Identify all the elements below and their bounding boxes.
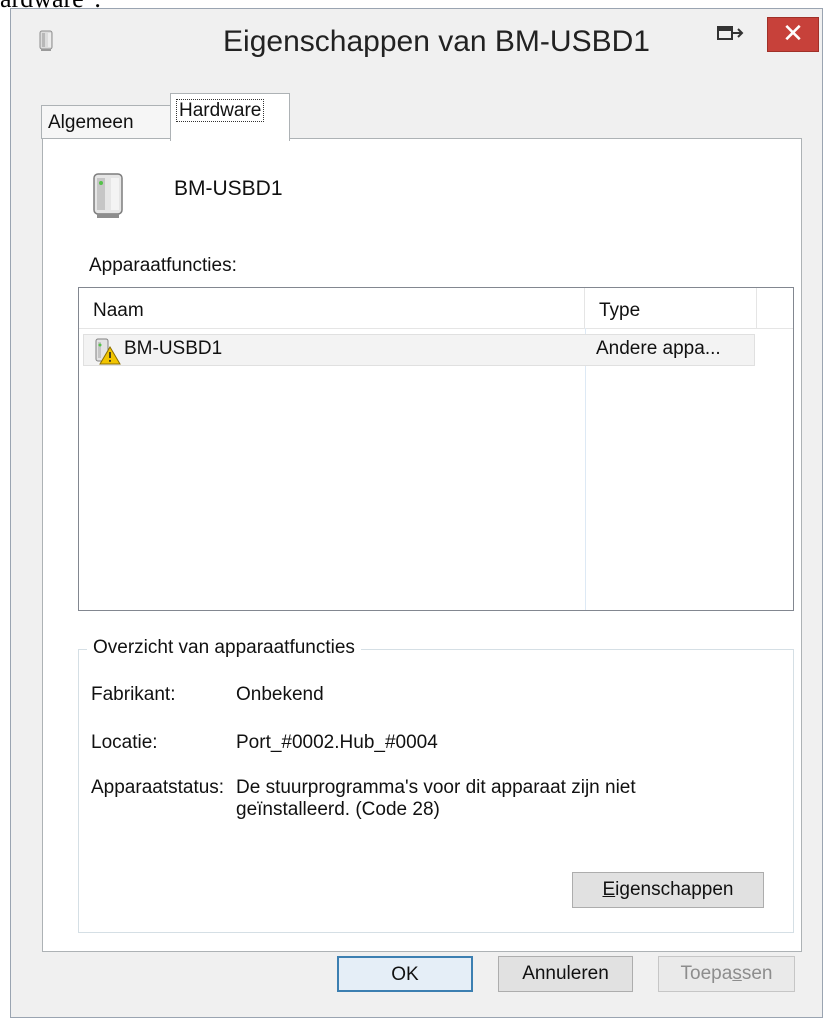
location-label: Locatie: — [91, 732, 158, 753]
row-name: BM-USBD1 — [124, 338, 223, 359]
hardware-panel: BM-USBD1 Apparaatfuncties: Naam Type BM-… — [42, 138, 802, 952]
properties-dialog: Eigenschappen van BM-USBD1 ✕ Algemeen Ha… — [10, 8, 823, 1018]
accelerator-key: E — [602, 879, 616, 900]
manufacturer-value: Onbekend — [236, 684, 324, 705]
summary-legend: Overzicht van apparaatfuncties — [87, 637, 361, 659]
column-header-filler — [757, 288, 793, 328]
tab-hardware[interactable]: Hardware — [170, 93, 290, 141]
row-type: Andere appa... — [596, 338, 721, 359]
title-bar: Eigenschappen van BM-USBD1 ✕ — [11, 9, 822, 77]
accelerator-key: s — [732, 963, 742, 984]
cancel-button[interactable]: Annuleren — [498, 956, 633, 992]
ok-button[interactable]: OK — [337, 956, 473, 992]
list-item[interactable]: BM-USBD1 Andere appa... — [83, 334, 755, 366]
window-title: Eigenschappen van BM-USBD1 — [223, 25, 650, 58]
tab-label: Algemeen — [48, 112, 134, 133]
device-name: BM-USBD1 — [174, 177, 283, 200]
functions-label: Apparaatfuncties: — [89, 255, 237, 276]
apply-button[interactable]: Toepassen — [658, 956, 795, 992]
device-warning-icon — [95, 338, 121, 365]
apply-label-start: Toepa — [680, 963, 733, 984]
apply-label-end: sen — [741, 963, 773, 984]
tab-label: Hardware — [175, 99, 265, 122]
functions-list[interactable]: Naam Type BM-USBD1 Andere appa... — [78, 287, 794, 611]
pin-icon[interactable] — [712, 21, 748, 47]
tab-algemeen[interactable]: Algemeen — [41, 105, 171, 139]
device-tower-icon — [93, 173, 123, 218]
summary-group: Overzicht van apparaatfuncties Fabrikant… — [78, 637, 794, 933]
column-divider — [585, 328, 586, 610]
status-label: Apparaatstatus: — [91, 777, 225, 798]
status-line-2: geïnstalleerd. (Code 28) — [236, 799, 440, 820]
device-properties-button[interactable]: Eigenschappen — [572, 872, 764, 908]
column-header-type[interactable]: Type — [585, 288, 757, 328]
list-header: Naam Type — [79, 288, 793, 329]
manufacturer-label: Fabrikant: — [91, 684, 176, 705]
status-line-1: De stuurprogramma's voor dit apparaat zi… — [236, 777, 636, 798]
close-button[interactable]: ✕ — [767, 17, 819, 52]
column-header-naam[interactable]: Naam — [79, 288, 585, 328]
location-value: Port_#0002.Hub_#0004 — [236, 732, 438, 753]
status-value: De stuurprogramma's voor dit apparaat zi… — [236, 777, 776, 821]
button-label-rest: igenschappen — [615, 879, 734, 900]
